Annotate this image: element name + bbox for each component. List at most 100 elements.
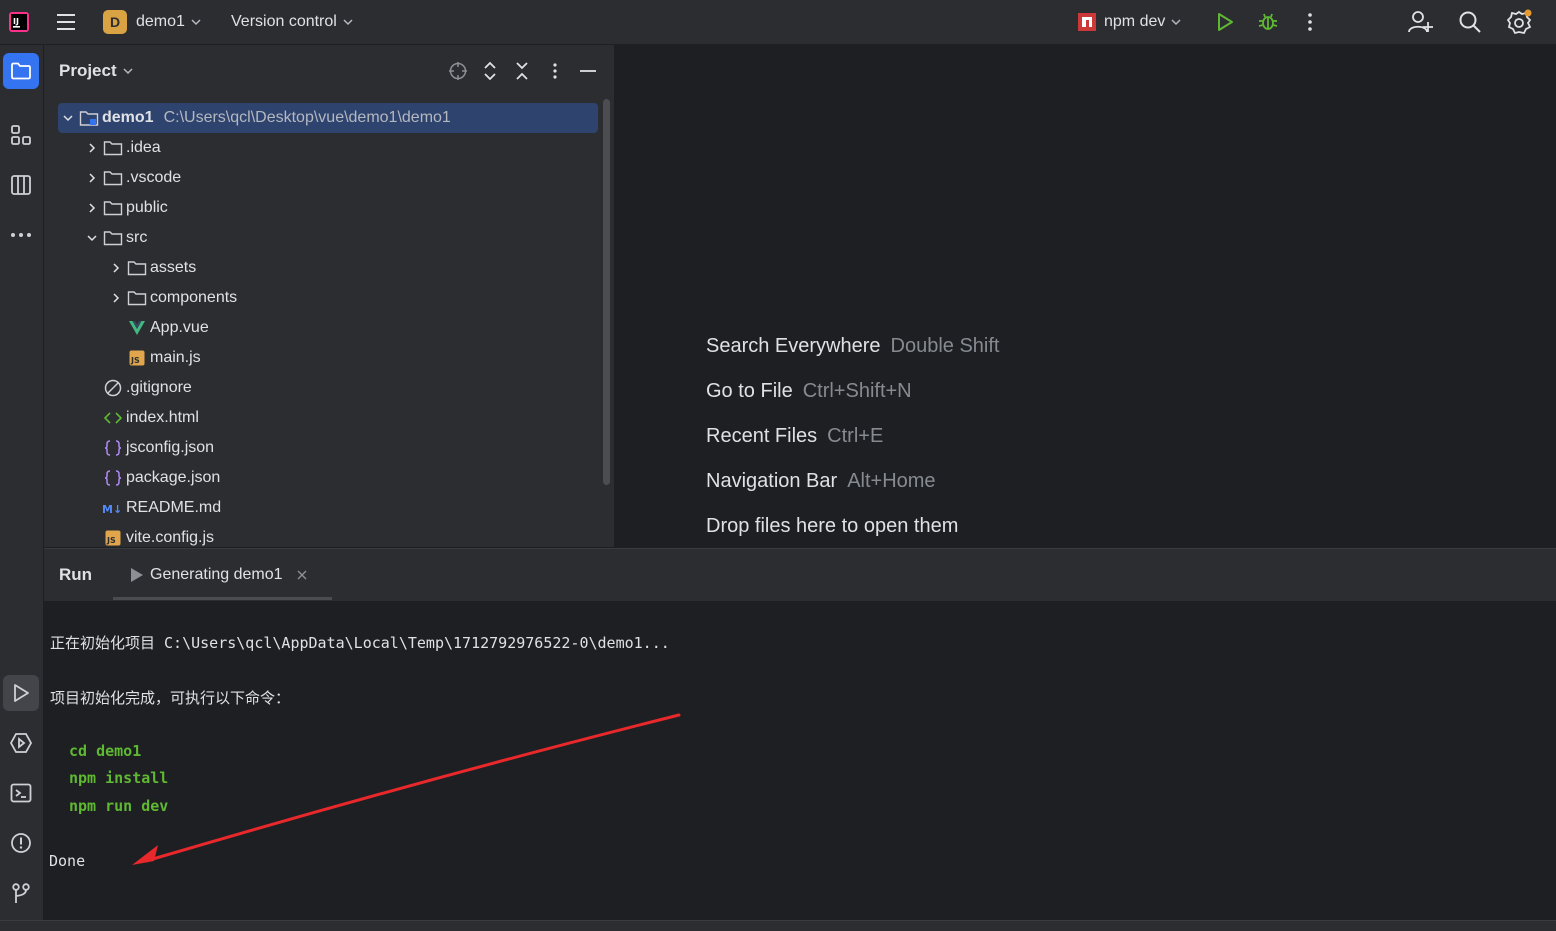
html-file-icon — [102, 411, 124, 425]
problems-icon[interactable] — [3, 825, 39, 861]
chevron-down-icon[interactable] — [58, 114, 78, 122]
close-tab-icon[interactable] — [297, 570, 307, 580]
chevron-down-icon — [1171, 18, 1181, 26]
markdown-file-icon: M↓ — [102, 501, 124, 515]
tree-item-index-html[interactable]: index.html — [58, 403, 598, 433]
project-scrollbar[interactable] — [603, 99, 610, 485]
tree-item-label: package.json — [126, 469, 221, 486]
tree-item-jsconfig-json[interactable]: jsconfig.json — [58, 433, 598, 463]
settings-gear-icon[interactable] — [1507, 0, 1533, 44]
json-file-icon — [102, 469, 124, 487]
tree-item-label: public — [126, 199, 168, 216]
chevron-down-icon — [343, 18, 353, 26]
chevron-right-icon[interactable] — [82, 203, 102, 213]
tree-item-idea[interactable]: .idea — [58, 133, 598, 163]
console-line-done: Done — [49, 852, 86, 870]
run-tab-bar: Run Generating demo1 — [44, 549, 1556, 602]
chevron-right-icon[interactable] — [82, 143, 102, 153]
project-panel-title: Project — [59, 61, 117, 80]
hint-drop-files: Drop files here to open them — [706, 515, 959, 537]
more-actions-icon[interactable] — [1306, 0, 1314, 44]
js-file-icon: JS — [126, 350, 148, 366]
svg-text:IJ: IJ — [13, 17, 19, 26]
hint-navigation-bar: Navigation Bar Alt+Home — [706, 470, 936, 492]
structure-icon[interactable] — [3, 117, 39, 153]
module-folder-icon — [78, 109, 100, 127]
project-panel-header: Project — [44, 45, 614, 97]
annotation-arrow — [132, 713, 681, 865]
folder-icon — [102, 230, 124, 246]
bookmarks-icon[interactable] — [3, 167, 39, 203]
folder-icon — [126, 290, 148, 306]
title-bar: IJ D demo1 Version control npm dev — [0, 0, 1556, 45]
npm-icon — [1078, 13, 1096, 31]
search-icon[interactable] — [1458, 0, 1482, 44]
tree-item-assets[interactable]: assets — [58, 253, 598, 283]
svg-text:M↓: M↓ — [102, 503, 122, 515]
hint-go-to-file: Go to File Ctrl+Shift+N — [706, 380, 912, 402]
play-icon — [130, 567, 144, 583]
chevron-right-icon[interactable] — [106, 293, 126, 303]
chevron-right-icon[interactable] — [106, 263, 126, 273]
tree-item-label: jsconfig.json — [126, 439, 215, 456]
tree-item-label: src — [126, 229, 148, 246]
tree-item-vscode[interactable]: .vscode — [58, 163, 598, 193]
tree-item-app-vue[interactable]: App.vue — [58, 313, 598, 343]
tree-item-main-js[interactable]: JS main.js — [58, 343, 598, 373]
run-tool-window: Run Generating demo1 正在初始化项目 C:\Users\qc… — [44, 548, 1556, 921]
run-tab-label: Generating demo1 — [150, 566, 283, 583]
run-icon[interactable] — [1215, 0, 1235, 44]
tree-item-src[interactable]: src — [58, 223, 598, 253]
hide-panel-icon[interactable] — [579, 61, 597, 81]
project-badge: D — [103, 10, 127, 34]
tree-item-label: .idea — [126, 139, 161, 156]
root-folder-path: C:\Users\qcl\Desktop\vue\demo1\demo1 — [163, 109, 451, 126]
tree-item-package-json[interactable]: package.json — [58, 463, 598, 493]
js-file-icon: JS — [102, 530, 124, 546]
project-view-selector[interactable]: Project — [59, 45, 133, 97]
tree-item-label: vite.config.js — [126, 529, 215, 546]
app-logo-icon[interactable]: IJ — [8, 0, 30, 44]
vue-file-icon — [126, 320, 148, 336]
tree-item-gitignore[interactable]: .gitignore — [58, 373, 598, 403]
run-tool-icon[interactable] — [3, 675, 39, 711]
tree-item-label: index.html — [126, 409, 199, 426]
main-menu-icon[interactable] — [56, 0, 76, 44]
console-line-complete: 项目初始化完成，可执行以下命令： — [50, 689, 291, 707]
left-tool-strip — [0, 45, 44, 920]
project-switcher[interactable]: D demo1 — [103, 0, 201, 44]
tree-item-label: README.md — [126, 499, 222, 516]
git-branch-icon[interactable] — [3, 875, 39, 911]
run-tab-generating[interactable]: Generating demo1 — [114, 549, 331, 601]
run-configuration-selector[interactable]: npm dev — [1078, 0, 1181, 44]
folder-icon — [102, 140, 124, 156]
locate-file-icon[interactable] — [448, 61, 468, 81]
version-control-label: Version control — [231, 13, 337, 30]
debug-icon[interactable] — [1257, 0, 1279, 44]
run-panel-title: Run — [59, 565, 93, 584]
tree-item-components[interactable]: components — [58, 283, 598, 313]
tree-item-label: .gitignore — [126, 379, 192, 396]
active-tab-underline — [113, 597, 332, 600]
tree-item-label: assets — [150, 259, 197, 276]
tree-item-public[interactable]: public — [58, 193, 598, 223]
tree-root-demo1[interactable]: demo1 C:\Users\qcl\Desktop\vue\demo1\dem… — [58, 103, 598, 133]
services-icon[interactable] — [3, 725, 39, 761]
collapse-all-icon[interactable] — [514, 61, 530, 81]
options-icon[interactable] — [551, 61, 559, 81]
more-tools-icon[interactable] — [3, 217, 39, 253]
folder-icon — [102, 170, 124, 186]
chevron-down-icon[interactable] — [82, 234, 102, 242]
version-control-menu[interactable]: Version control — [231, 0, 353, 44]
status-bar — [0, 920, 1556, 931]
project-folder-icon[interactable] — [3, 53, 39, 89]
hint-recent-files: Recent Files Ctrl+E — [706, 425, 884, 447]
chevron-right-icon[interactable] — [82, 173, 102, 183]
tree-item-readme-md[interactable]: M↓ README.md — [58, 493, 598, 523]
tree-item-label: components — [150, 289, 238, 306]
run-config-label: npm dev — [1104, 13, 1166, 30]
add-user-icon[interactable] — [1408, 0, 1434, 44]
svg-text:JS: JS — [106, 536, 116, 545]
expand-all-icon[interactable] — [482, 61, 498, 81]
terminal-icon[interactable] — [3, 775, 39, 811]
